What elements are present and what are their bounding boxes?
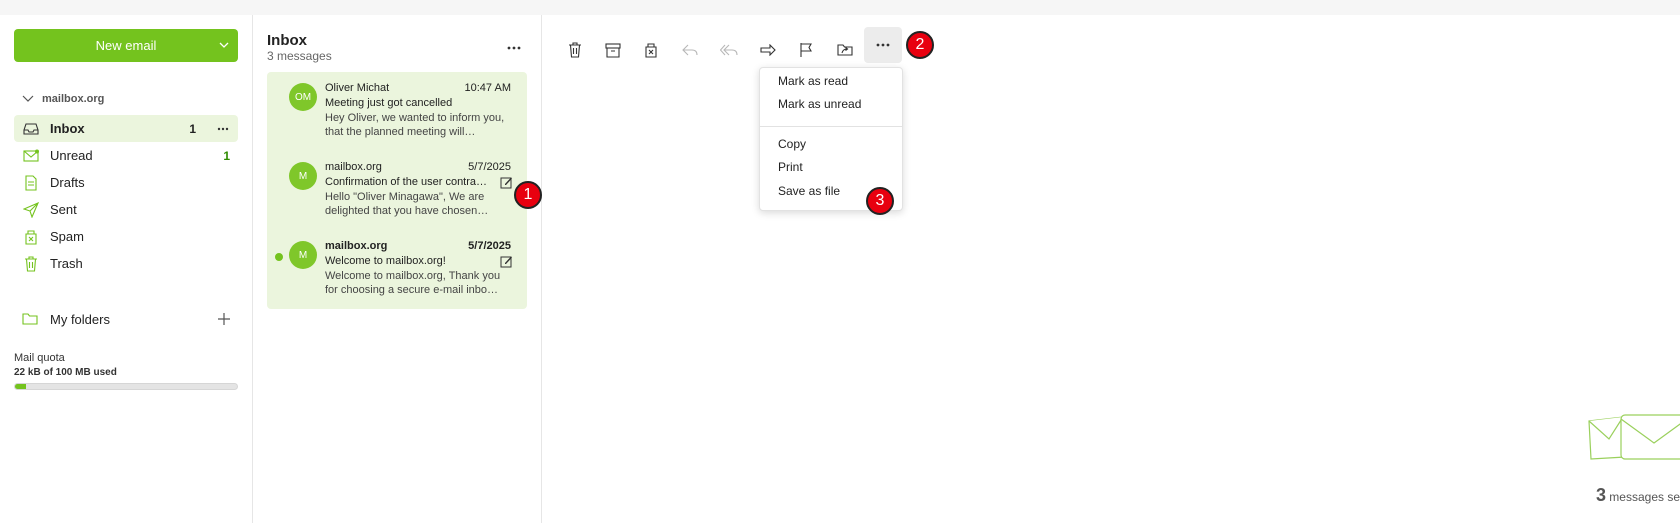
- message-subject: Meeting just got cancelled: [325, 97, 453, 109]
- unread-dot: [275, 253, 283, 261]
- selection-label: messages selected: [1609, 490, 1680, 504]
- sidebar-item-inbox[interactable]: Inbox 1: [14, 115, 238, 142]
- sent-icon: [22, 201, 40, 219]
- new-email-label: New email: [95, 38, 157, 53]
- my-folders-label: My folders: [50, 311, 110, 327]
- sidebar-item-unread[interactable]: Unread 1: [14, 142, 238, 169]
- sidebar-item-trash[interactable]: Trash: [14, 250, 238, 277]
- selection-summary: 3 messages selected: [1592, 485, 1680, 506]
- flag-icon: [800, 43, 812, 57]
- message-preview: Hello "Oliver Minagawa", We are delighte…: [325, 191, 489, 217]
- folder-nav: Inbox 1 Unread 1 Drafts Sent Spam Trash: [14, 115, 238, 277]
- edit-icon[interactable]: [500, 176, 513, 189]
- edit-icon[interactable]: [500, 255, 513, 268]
- flag-button[interactable]: [791, 35, 821, 65]
- message-from: mailbox.org: [325, 240, 388, 252]
- sidebar: New email mailbox.org Inbox 1 Unread 1 D…: [0, 15, 253, 523]
- plus-icon[interactable]: [216, 311, 232, 327]
- inbox-icon: [22, 120, 40, 138]
- message-from: Oliver Michat: [325, 82, 390, 94]
- account-toggle[interactable]: mailbox.org: [22, 93, 104, 105]
- folder-icon: [22, 310, 40, 328]
- message-list: OM Oliver Michat 10:47 AM Meeting just g…: [267, 72, 527, 309]
- archive-icon: [605, 42, 621, 58]
- message-from: mailbox.org: [325, 161, 382, 173]
- sidebar-item-drafts[interactable]: Drafts: [14, 169, 238, 196]
- folder-move-icon: [837, 44, 853, 56]
- more-icon: [876, 43, 890, 47]
- my-folders[interactable]: My folders: [14, 307, 238, 331]
- message-preview: Hey Oliver, we wanted to inform you, tha…: [325, 112, 505, 138]
- sidebar-item-label: Drafts: [50, 175, 85, 190]
- menu-item-print[interactable]: Print: [778, 160, 803, 174]
- unread-count: 1: [223, 148, 230, 163]
- spam-button[interactable]: [636, 35, 666, 65]
- spam-icon: [22, 228, 40, 246]
- menu-item-mark-read[interactable]: Mark as read: [778, 74, 848, 88]
- menu-item-mark-unread[interactable]: Mark as unread: [778, 97, 861, 111]
- sidebar-item-sent[interactable]: Sent: [14, 196, 238, 223]
- message-count: 3 messages: [267, 49, 332, 63]
- unread-icon: [22, 147, 40, 165]
- quota-bar: [14, 383, 238, 390]
- spam-icon: [645, 43, 657, 58]
- reply-icon: [682, 44, 698, 56]
- delete-button[interactable]: [560, 35, 590, 65]
- annotation-badge-3: 3: [866, 187, 894, 215]
- quota-title: Mail quota: [14, 352, 65, 364]
- sidebar-item-label: Sent: [50, 202, 77, 217]
- message-subject: Welcome to mailbox.org!: [325, 255, 446, 267]
- annotation-badge-2: 2: [906, 31, 934, 59]
- selection-count: 3: [1595, 485, 1606, 505]
- more-icon[interactable]: [216, 122, 230, 136]
- top-bar: [0, 0, 1680, 15]
- more-actions-button[interactable]: [864, 27, 902, 63]
- avatar: M: [289, 162, 317, 190]
- message-preview: Welcome to mailbox.org, Thank you for ch…: [325, 270, 501, 296]
- menu-item-copy[interactable]: Copy: [778, 137, 806, 151]
- new-email-button[interactable]: New email: [14, 29, 238, 62]
- archive-button[interactable]: [598, 35, 628, 65]
- reply-button[interactable]: [675, 35, 705, 65]
- sidebar-item-label: Trash: [50, 256, 83, 271]
- menu-item-save-as-file[interactable]: Save as file: [778, 184, 840, 198]
- avatar: M: [289, 241, 317, 269]
- sidebar-item-label: Inbox: [50, 121, 85, 136]
- chevron-down-icon[interactable]: [218, 39, 230, 51]
- trash-icon: [22, 255, 40, 273]
- folder-title: Inbox: [267, 32, 307, 49]
- message-date: 10:47 AM: [464, 82, 511, 94]
- sidebar-item-spam[interactable]: Spam: [14, 223, 238, 250]
- sidebar-item-label: Spam: [50, 229, 84, 244]
- detail-pane: Mark as read Mark as unread Copy Print S…: [542, 15, 1680, 523]
- list-item[interactable]: M mailbox.org 5/7/2025 Confirmation of t…: [267, 151, 527, 229]
- drafts-icon: [22, 174, 40, 192]
- forward-button[interactable]: [753, 35, 783, 65]
- move-button[interactable]: [830, 35, 860, 65]
- unread-count: 1: [189, 121, 196, 136]
- quota-used: 22 kB of 100 MB used: [14, 367, 117, 378]
- sidebar-item-label: Unread: [50, 148, 93, 163]
- reply-all-icon: [720, 44, 738, 56]
- list-item[interactable]: OM Oliver Michat 10:47 AM Meeting just g…: [267, 72, 527, 150]
- annotation-badge-1: 1: [514, 181, 542, 209]
- menu-divider: [760, 126, 902, 127]
- quota-fill: [15, 384, 27, 389]
- message-date: 5/7/2025: [468, 240, 511, 252]
- chevron-down-icon: [22, 95, 34, 102]
- trash-icon: [569, 42, 581, 58]
- message-list-pane: Inbox 3 messages OM Oliver Michat 10:47 …: [253, 15, 542, 523]
- message-subject: Confirmation of the user contra…: [325, 176, 488, 188]
- reply-all-button[interactable]: [714, 35, 744, 65]
- account-name: mailbox.org: [42, 93, 105, 105]
- more-icon[interactable]: [506, 40, 522, 56]
- forward-icon: [760, 44, 776, 56]
- list-item[interactable]: M mailbox.org 5/7/2025 Welcome to mailbo…: [267, 230, 527, 308]
- message-date: 5/7/2025: [468, 161, 511, 173]
- avatar: OM: [289, 83, 317, 111]
- envelopes-illustration: [1588, 414, 1680, 460]
